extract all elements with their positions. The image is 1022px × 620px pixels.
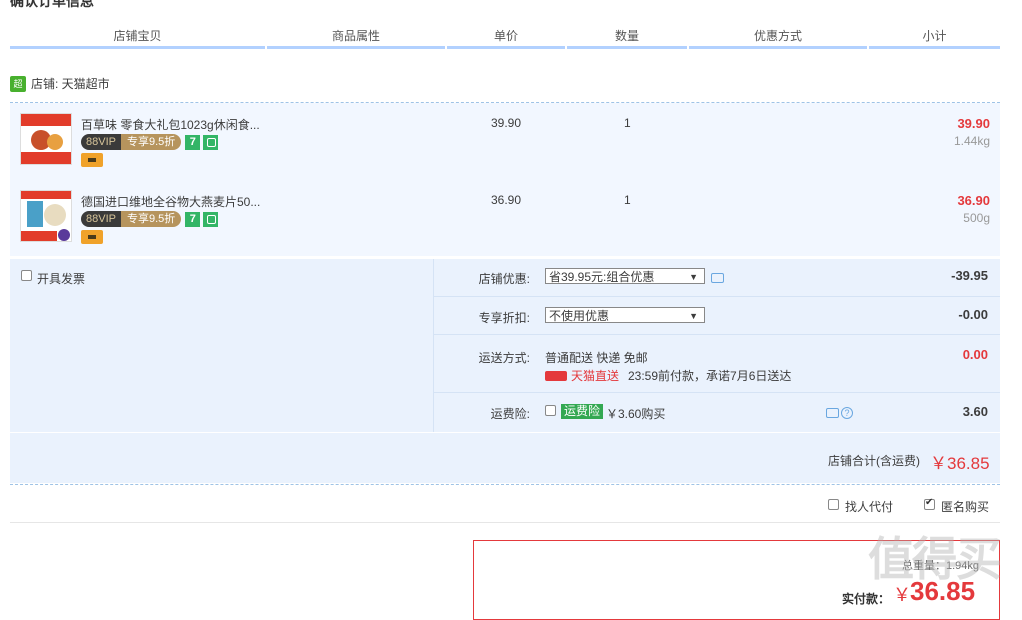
divider [434, 334, 1000, 335]
shop-row: 超市 店铺: 天猫超市 [10, 75, 110, 105]
message-icon[interactable] [711, 273, 724, 283]
watermark-logo: 值得买 [868, 533, 1002, 585]
product-title[interactable]: 百草味 零食大礼包1023g休闲食... [81, 116, 260, 133]
col-header-attr: 商品属性 [331, 29, 380, 43]
proxy-pay-checkbox[interactable] [828, 499, 839, 510]
section-title: 确认订单信息 [10, 0, 94, 9]
invoice-label: 开具发票 [37, 272, 86, 286]
shop-total-value: ￥36.85 [930, 454, 990, 473]
message-icon[interactable] [826, 408, 839, 418]
header-underline [267, 46, 445, 49]
item-weight: 500g [963, 211, 990, 225]
help-icon[interactable]: ? [841, 407, 853, 419]
divider [10, 484, 1000, 485]
invoice-checkbox[interactable] [21, 270, 32, 281]
tmall-cat-icon [545, 370, 567, 381]
header-underline [10, 46, 265, 49]
delivery-amount: 0.00 [962, 347, 988, 362]
shop-total-label: 店铺合计(含运费) [828, 454, 920, 468]
item-weight: 1.44kg [953, 134, 990, 148]
service-icon [203, 134, 219, 150]
col-header-qty: 数量 [614, 29, 639, 43]
dropdown-arrow-icon: ▼ [689, 272, 698, 282]
quantity: 1 [624, 193, 631, 207]
oatmeal-image-icon [21, 191, 71, 241]
card-payment-icon [81, 230, 103, 244]
col-header-price: 单价 [493, 29, 518, 43]
exclusive-discount-label: 专享折扣: [478, 311, 530, 325]
header-underline [447, 46, 565, 49]
product-thumbnail[interactable] [20, 190, 72, 242]
item-subtotal: 39.90 [957, 116, 990, 131]
header-underline [869, 46, 1000, 49]
card-payment-icon [81, 153, 103, 167]
anonymous-label: 匿名购买 [941, 500, 990, 514]
proxy-pay-label: 找人代付 [845, 500, 894, 514]
header-underline [567, 46, 687, 49]
dropdown-arrow-icon: ▼ [689, 311, 698, 321]
vip-discount: 专享9.5折 [120, 134, 182, 150]
divider [434, 296, 1000, 297]
delivery-label: 运送方式: [478, 351, 530, 365]
shop-discount-value: 省39.95元:组合优惠 [549, 270, 655, 284]
quantity: 1 [624, 116, 631, 130]
col-header-subtotal: 小计 [922, 29, 947, 43]
divider [10, 522, 1000, 523]
snack-pack-image-icon [21, 114, 71, 164]
insurance-price: ￥3.60购买 [606, 407, 666, 421]
insurance-amount: 3.60 [962, 404, 988, 419]
unit-price: 36.90 [491, 193, 522, 207]
tmall-direct-badge: 天猫直送 [545, 367, 619, 384]
insurance-checkbox[interactable] [545, 405, 556, 416]
exclusive-discount-select[interactable]: 不使用优惠 ▼ [545, 307, 705, 323]
service-icon [203, 211, 219, 227]
delivery-promise: 23:59前付款，承诺7月6日送达 [628, 369, 792, 383]
header-underline [689, 46, 867, 49]
exclusive-discount-amount: -0.00 [958, 307, 988, 322]
exclusive-discount-value: 不使用优惠 [549, 309, 610, 323]
col-header-discount: 优惠方式 [753, 29, 802, 43]
product-thumbnail[interactable] [20, 113, 72, 165]
seven-day-return-icon: 7 [185, 134, 201, 150]
anonymous-checkbox[interactable] [924, 497, 935, 510]
vip-label: 88VIP [81, 211, 121, 227]
shop-discount-select[interactable]: 省39.95元:组合优惠 ▼ [545, 268, 705, 284]
vip-badge: 88VIP 专享9.5折 7 [81, 211, 219, 227]
shop-discount-amount: -39.95 [951, 268, 988, 283]
pay-label: 实付款： [842, 592, 891, 606]
shop-name[interactable]: 店铺: 天猫超市 [31, 75, 110, 92]
vip-badge: 88VIP 专享9.5折 7 [81, 134, 219, 150]
col-header-item: 店铺宝贝 [113, 29, 162, 43]
tmall-direct-label: 天猫直送 [571, 369, 620, 383]
divider [434, 392, 1000, 393]
insurance-label: 运费险: [490, 407, 530, 421]
product-title[interactable]: 德国进口维地全谷物大燕麦片50... [81, 193, 260, 210]
vip-label: 88VIP [81, 134, 121, 150]
unit-price: 39.90 [491, 116, 522, 130]
insurance-tag: 运费险 [561, 404, 604, 419]
vip-discount: 专享9.5折 [120, 211, 182, 227]
shop-discount-label: 店铺优惠: [478, 272, 530, 286]
supermarket-icon: 超市 [10, 75, 26, 105]
item-subtotal: 36.90 [957, 193, 990, 208]
delivery-value: 普通配送 快递 免邮 [545, 351, 648, 365]
seven-day-return-icon: 7 [185, 211, 201, 227]
